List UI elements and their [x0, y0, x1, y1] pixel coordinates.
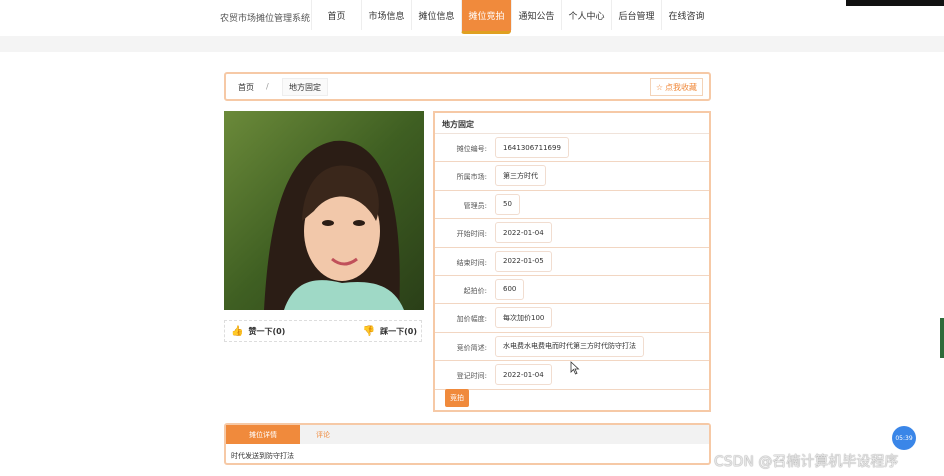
tab-stall-details[interactable]: 摊位详情 [226, 425, 300, 444]
detail-value: 2022-01-04 [495, 222, 552, 244]
nav-home[interactable]: 首页 [311, 0, 361, 30]
nav-online-consult[interactable]: 在线咨询 [661, 0, 711, 30]
detail-label: 摊位编号: [456, 145, 487, 153]
system-title: 农贸市场摊位管理系统 [220, 14, 311, 24]
thumbs-up-icon: 👍 [231, 325, 244, 337]
breadcrumb: 首页 / 地方固定 ☆ 点我收藏 [224, 72, 711, 101]
upvote-label: 赞一下(0) [248, 327, 286, 336]
detail-row: 加价幅度: 每次加价100 [435, 304, 709, 333]
detail-label: 管理员: [463, 201, 487, 210]
tab-comments[interactable]: 评论 [302, 425, 344, 444]
detail-value: 2022-01-05 [495, 250, 552, 272]
breadcrumb-home[interactable]: 首页 [238, 82, 254, 93]
nav-market-info[interactable]: 市场信息 [361, 0, 411, 30]
bid-button[interactable]: 竞拍 [445, 389, 469, 407]
detail-value: 每次加价100 [495, 307, 553, 329]
breadcrumb-separator: / [266, 82, 269, 91]
detail-label: 所属市场: [456, 173, 487, 182]
clock-badge[interactable]: 05:39 [892, 426, 916, 450]
detail-label: 开始时间: [456, 230, 487, 239]
detail-label: 加价幅度: [456, 315, 487, 324]
detail-row: 管理员: 50 [435, 191, 709, 220]
detail-row: 起拍价: 600 [435, 276, 709, 305]
breadcrumb-current: 地方固定 [282, 78, 328, 96]
downvote-label: 踩一下(0) [380, 327, 417, 336]
detail-value: 2022-01-04 [495, 364, 552, 386]
star-icon: ☆ [655, 82, 663, 92]
nav-personal-center[interactable]: 个人中心 [561, 0, 611, 30]
thumbs-down-icon: 👎 [362, 325, 376, 337]
detail-value: 水电费水电费电而时代第三方时代防守打法 [495, 335, 644, 357]
window-edge-bar [846, 0, 944, 6]
detail-label: 竞价简述: [456, 343, 487, 352]
vote-bar: 👍 赞一下(0) 👎 踩一下(0) [224, 320, 422, 342]
detail-row: 开始时间: 2022-01-04 [435, 219, 709, 248]
mouse-cursor-icon [570, 360, 580, 379]
favorite-button[interactable]: ☆ 点我收藏 [649, 78, 703, 96]
detail-row: 结束时间: 2022-01-05 [435, 248, 709, 276]
detail-label: 结束时间: [456, 258, 487, 267]
nav-stall-auction[interactable]: 摊位竞拍 [461, 0, 511, 34]
portrait-image [224, 111, 424, 310]
favorite-label: 点我收藏 [665, 82, 697, 92]
stall-photo [224, 111, 424, 310]
tab-content: 时代发送到防守打法 [231, 452, 294, 460]
detail-tabs: 摊位详情 评论 时代发送到防守打法 [224, 423, 711, 465]
nav-stall-info[interactable]: 摊位信息 [411, 0, 461, 30]
header-band [0, 36, 944, 52]
watermark-text: CSDN @召楠计算机毕设程序 [714, 454, 899, 470]
detail-value: 1641306711699 [495, 137, 569, 158]
details-title: 地方固定 [435, 113, 709, 134]
detail-row: 竞价简述: 水电费水电费电而时代第三方时代防守打法 [435, 333, 709, 362]
scroll-edge [940, 318, 944, 358]
nav-admin[interactable]: 后台管理 [611, 0, 661, 30]
detail-label: 登记时间: [456, 372, 487, 381]
main-nav: 首页 市场信息 摊位信息 摊位竞拍 通知公告 个人中心 后台管理 在线咨询 [311, 0, 711, 34]
detail-value: 第三方时代 [495, 165, 546, 187]
detail-label: 起拍价: [463, 286, 487, 295]
detail-value: 600 [495, 278, 525, 300]
detail-value: 50 [495, 193, 520, 215]
nav-notices[interactable]: 通知公告 [511, 0, 561, 30]
detail-row: 所属市场: 第三方时代 [435, 162, 709, 191]
downvote-button[interactable]: 👎 踩一下(0) [363, 326, 417, 337]
upvote-button[interactable]: 👍 赞一下(0) [231, 326, 285, 337]
detail-row: 摊位编号: 1641306711699 [435, 134, 709, 163]
